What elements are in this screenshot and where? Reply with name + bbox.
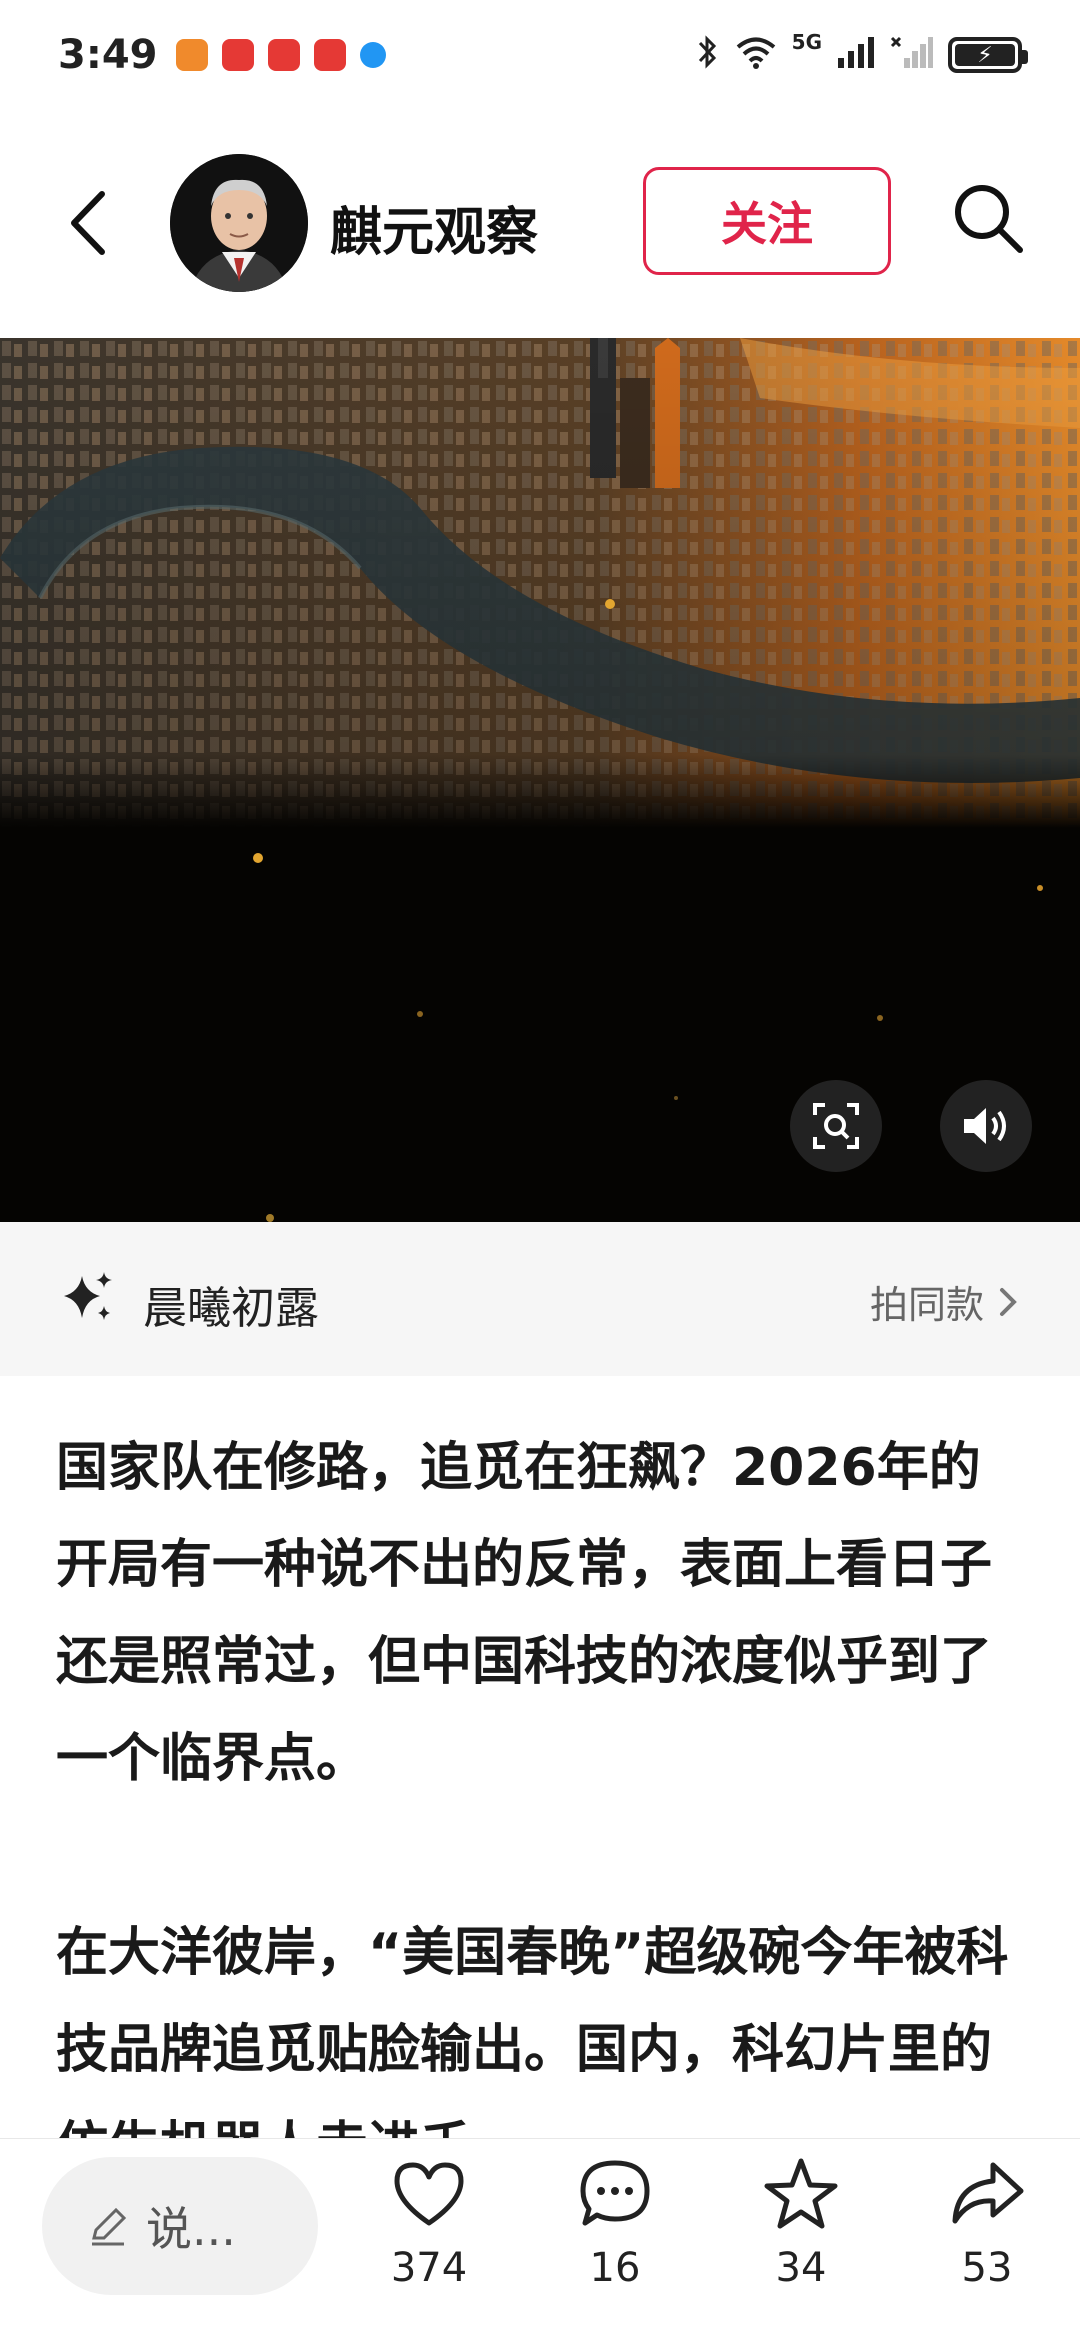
like-count: 374 (390, 2245, 468, 2291)
notification-app-icon (175, 39, 208, 71)
author-name[interactable]: 麒元观察 (330, 190, 538, 265)
heart-icon (394, 2162, 464, 2226)
sparkle-icon (60, 1270, 116, 1326)
post-body: 国家队在修路，追觅在狂飙？2026年的开局有一种说不出的反常，表面上看日子还是照… (56, 1420, 1026, 2140)
notification-app-icon (221, 39, 254, 71)
star-icon (764, 2158, 838, 2229)
favorite-count: 34 (775, 2245, 827, 2291)
use-same-template-button[interactable]: 拍同款 (870, 1274, 1018, 1329)
status-app-icons (175, 39, 386, 71)
screen-recognize-button[interactable] (790, 1080, 882, 1172)
use-same-template-label: 拍同款 (869, 1283, 984, 1327)
music-title: 晨曦初露 (143, 1283, 319, 1334)
back-button[interactable] (62, 188, 122, 258)
post-paragraph: 在大洋彼岸，“美国春晚”超级碗今年被科技品牌追觅贴脸输出。国内，科幻片里的仿生机… (56, 1923, 1009, 2140)
comment-count: 16 (589, 2245, 641, 2291)
status-time: 3:49 (58, 32, 158, 78)
bluetooth-icon (696, 34, 720, 77)
search-button[interactable] (950, 180, 1026, 256)
signal-icon (836, 34, 876, 77)
share-button[interactable]: 53 (932, 2155, 1042, 2305)
battery-icon: ⚡ (948, 37, 1028, 73)
status-indicators: 5G ⚡ (696, 30, 1028, 77)
post-paragraph: 国家队在修路，追觅在狂飙？2026年的开局有一种说不出的反常，表面上看日子还是照… (56, 1438, 993, 1789)
notification-app-icon (313, 39, 346, 71)
comment-bubble-icon (580, 2160, 650, 2226)
share-arrow-icon (952, 2162, 1024, 2224)
chevron-right-icon (1000, 1287, 1017, 1316)
like-button[interactable]: 374 (374, 2155, 484, 2305)
pencil-icon (92, 2207, 127, 2246)
favorite-button[interactable]: 34 (746, 2155, 856, 2305)
comment-input[interactable]: 说... (42, 2157, 318, 2295)
chevron-left-icon (71, 191, 105, 255)
status-bar: 3:49 5G ⚡ (0, 0, 1080, 110)
comment-button[interactable]: 16 (560, 2155, 670, 2305)
scan-search-icon (813, 1103, 859, 1149)
follow-button[interactable]: 关注 (643, 167, 891, 275)
search-icon (955, 185, 1023, 253)
wifi-icon (734, 34, 778, 77)
video-particles (253, 599, 1043, 1222)
signal-no-service-icon (890, 34, 934, 77)
video-player[interactable] (0, 338, 1080, 1222)
notification-app-icon (267, 39, 300, 71)
author-header: 麒元观察 关注 (0, 150, 1080, 300)
notification-app-icon (359, 42, 386, 68)
bottom-action-bar: 说... 374 16 34 53 (0, 2138, 1080, 2340)
network-type-label: 5G (791, 29, 822, 54)
volume-button[interactable] (940, 1080, 1032, 1172)
volume-icon (964, 1108, 1006, 1144)
comment-placeholder: 说... (146, 2202, 236, 2256)
author-avatar[interactable] (170, 154, 308, 292)
share-count: 53 (961, 2245, 1013, 2291)
music-bar[interactable]: 晨曦初露 拍同款 (0, 1222, 1080, 1376)
